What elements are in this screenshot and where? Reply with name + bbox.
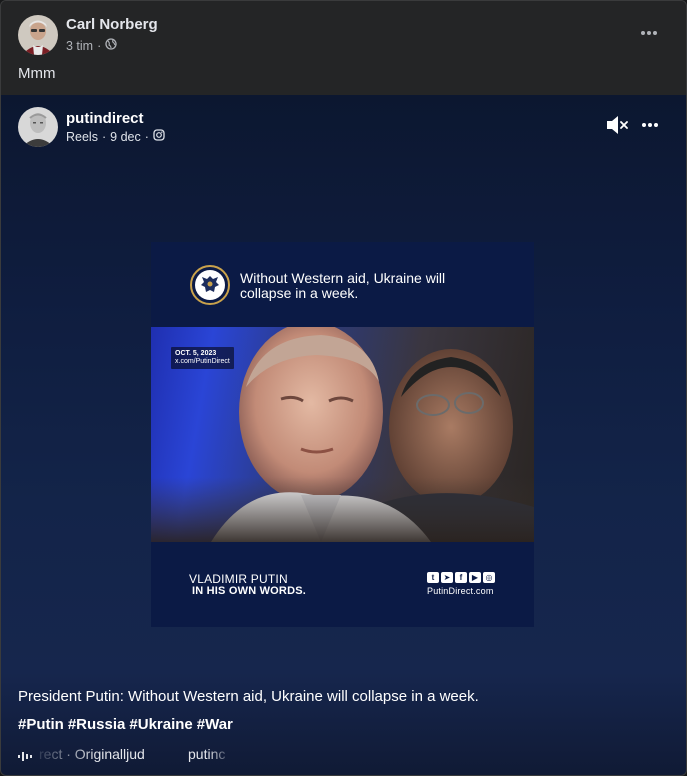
hashtag-list: #Putin #Russia #Ukraine #War xyxy=(18,716,233,733)
speaker-muted-icon xyxy=(607,116,628,134)
author-avatar[interactable] xyxy=(18,15,58,55)
video-footer-band: VLADIMIR PUTIN IN HIS OWN WORDS. t ➤ f ▶… xyxy=(151,542,534,627)
more-options-icon xyxy=(641,31,657,35)
audio-track-label[interactable]: rect · Originalljud xyxy=(39,746,145,762)
meta-separator: · xyxy=(97,38,102,53)
twitter-icon: t xyxy=(427,572,439,583)
shared-author-avatar[interactable] xyxy=(18,107,58,147)
mute-toggle-button[interactable] xyxy=(605,114,629,136)
hashtag-ukraine[interactable]: #Ukraine xyxy=(129,716,192,733)
reel-options-button[interactable] xyxy=(636,115,664,135)
reel-caption: President Putin: Without Western aid, Uk… xyxy=(18,688,479,705)
hashtag-putin[interactable]: #Putin xyxy=(18,716,64,733)
shared-date[interactable]: 9 dec xyxy=(110,130,141,144)
footer-subtitle: IN HIS OWN WORDS. xyxy=(192,585,307,597)
post-meta: 3 tim · xyxy=(66,38,117,53)
youtube-icon: ▶ xyxy=(469,572,481,583)
audio-waveform-icon xyxy=(18,752,32,761)
meta-separator: · xyxy=(101,129,107,144)
audio-track-next[interactable]: putinc xyxy=(188,746,225,762)
facebook-icon: f xyxy=(455,572,467,583)
instagram-icon xyxy=(153,129,165,144)
video-headline: Without Western aid, Ukraine will collap… xyxy=(240,270,446,301)
post-text: Mmm xyxy=(18,65,56,82)
more-options-icon xyxy=(642,123,658,127)
feed-post-card: Carl Norberg 3 tim · Mmm putindirect Ree… xyxy=(0,0,687,776)
telegram-icon: ➤ xyxy=(441,572,453,583)
instagram-icon: ◎ xyxy=(483,572,495,583)
footer-title: VLADIMIR PUTIN xyxy=(189,572,288,586)
post-time[interactable]: 3 tim xyxy=(66,39,93,53)
shared-meta: Reels · 9 dec · xyxy=(66,129,165,144)
date-tag: OCT. 5, 2023 x.com/PutinDirect xyxy=(171,347,234,369)
meta-separator: · xyxy=(144,129,149,144)
audio-ticker[interactable]: rect · Originalljud putinc xyxy=(18,746,686,766)
video-frame: OCT. 5, 2023 x.com/PutinDirect xyxy=(151,327,534,542)
social-icons: t ➤ f ▶ ◎ xyxy=(427,572,495,583)
reel-video[interactable]: Without Western aid, Ukraine will collap… xyxy=(151,242,534,627)
hashtag-war[interactable]: #War xyxy=(197,716,233,733)
author-name[interactable]: Carl Norberg xyxy=(66,16,158,33)
site-url: PutinDirect.com xyxy=(427,586,494,596)
double-eagle-emblem-icon xyxy=(189,264,231,306)
date-tag-source: x.com/PutinDirect xyxy=(175,358,230,365)
video-title-band: Without Western aid, Ukraine will collap… xyxy=(151,242,534,327)
post-options-button[interactable] xyxy=(635,23,663,43)
globe-icon xyxy=(105,38,117,53)
post-header: Carl Norberg 3 tim · Mmm xyxy=(1,1,686,95)
shared-author-name[interactable]: putindirect xyxy=(66,110,144,127)
shared-reel[interactable]: putindirect Reels · 9 dec · Without West… xyxy=(1,95,686,775)
date-tag-date: OCT. 5, 2023 xyxy=(175,350,217,357)
hashtag-russia[interactable]: #Russia xyxy=(68,716,126,733)
shared-source[interactable]: Reels xyxy=(66,130,98,144)
